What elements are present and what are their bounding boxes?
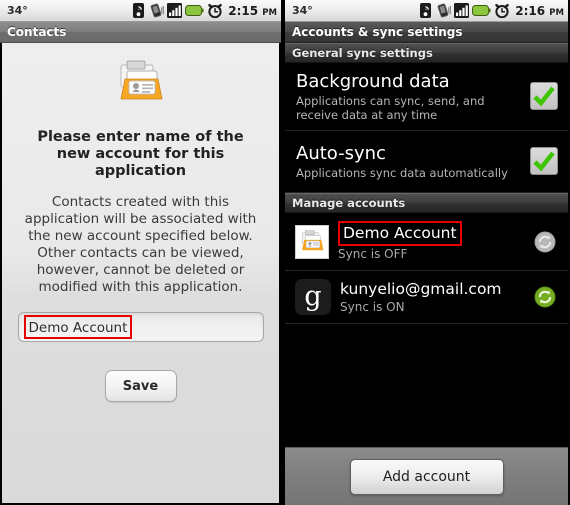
clock: 2:15 PM <box>228 3 277 18</box>
setting-row-background-data[interactable]: Background data Applications can sync, s… <box>285 63 568 131</box>
general-sync-section-header: General sync settings <box>285 43 568 63</box>
alarm-clock-icon <box>208 4 223 18</box>
bottom-action-bar: Add account <box>285 447 568 505</box>
vibrate-icon <box>437 3 452 18</box>
clock: 2:16 PM <box>515 3 564 18</box>
input-highlight-annotation: Demo Account <box>23 315 133 339</box>
setting-text: Background data Applications can sync, s… <box>296 70 522 122</box>
dual-screenshot-container: 34° 2:15 PM Contacts Please enter name o… <box>0 0 570 505</box>
status-bar: 34° <box>285 0 568 22</box>
battery-icon <box>185 5 204 16</box>
temperature-indicator: 34° <box>292 4 313 17</box>
account-highlight-annotation: Demo Account <box>338 221 462 246</box>
background-data-checkbox[interactable] <box>530 82 558 110</box>
vibrate-icon <box>150 3 165 18</box>
checkmark-icon <box>533 151 555 171</box>
general-sync-section-label: General sync settings <box>292 46 433 60</box>
cellular-signal-icon <box>167 3 183 18</box>
contacts-title-bar: Contacts <box>0 22 281 43</box>
account-row-demo[interactable]: Demo Account Sync is OFF <box>285 213 568 271</box>
contacts-account-setup-panel: Please enter name of the new account for… <box>0 43 281 505</box>
setting-subtitle: Applications sync data automatically <box>296 166 508 180</box>
status-bar: 34° <box>0 0 281 22</box>
setup-prompt: Please enter name of the new account for… <box>37 129 244 179</box>
account-row-google[interactable]: g kunyelio@gmail.com Sync is ON <box>285 271 568 324</box>
settings-content: Accounts & sync settings General sync se… <box>285 22 568 505</box>
account-name-input[interactable]: Demo Account <box>17 312 264 342</box>
save-button-label: Save <box>122 378 159 394</box>
checkmark-icon <box>533 86 555 106</box>
account-text: kunyelio@gmail.com Sync is ON <box>340 279 534 315</box>
manage-accounts-section-label: Manage accounts <box>292 196 406 210</box>
wifi-signal-icon <box>420 3 432 18</box>
sync-off-icon[interactable] <box>534 231 556 253</box>
add-account-button[interactable]: Add account <box>349 458 504 495</box>
account-name: Demo Account <box>343 224 457 242</box>
general-sync-settings-list: Background data Applications can sync, s… <box>285 63 568 193</box>
account-sync-status: Sync is ON <box>340 300 405 314</box>
setting-title: Background data <box>296 71 450 92</box>
save-button[interactable]: Save <box>104 370 177 402</box>
contacts-card-file-icon <box>115 59 167 111</box>
status-icons: 2:16 PM <box>419 3 564 18</box>
add-account-button-label: Add account <box>382 468 471 485</box>
accounts-list: Demo Account Sync is OFF g kunyelio@gmai… <box>285 213 568 447</box>
page-title: Accounts & sync settings <box>292 25 463 39</box>
wifi-signal-icon <box>133 3 145 18</box>
setting-subtitle: Applications can sync, send, and receive… <box>296 94 485 122</box>
setting-text: Auto-sync Applications sync data automat… <box>296 142 522 180</box>
settings-title-bar: Accounts & sync settings <box>285 22 568 43</box>
accounts-sync-settings-screen: 34° 2:16 PM Accounts & sync settings Gen… <box>285 0 568 505</box>
account-name: kunyelio@gmail.com <box>340 280 502 298</box>
contacts-card-file-icon <box>295 224 329 259</box>
google-g-icon: g <box>295 279 331 315</box>
sync-on-icon[interactable] <box>534 286 556 308</box>
account-name-value: Demo Account <box>28 320 128 336</box>
account-sync-status: Sync is OFF <box>338 247 408 261</box>
setup-description: Contacts created with this application w… <box>24 194 257 295</box>
battery-icon <box>472 5 491 16</box>
cellular-signal-icon <box>454 3 470 18</box>
setting-row-auto-sync[interactable]: Auto-sync Applications sync data automat… <box>285 131 568 193</box>
auto-sync-checkbox[interactable] <box>530 147 558 175</box>
manage-accounts-section-header: Manage accounts <box>285 193 568 213</box>
page-title: Contacts <box>7 25 67 39</box>
setting-title: Auto-sync <box>296 143 386 164</box>
contacts-app-screen: 34° 2:15 PM Contacts Please enter name o… <box>0 0 283 505</box>
account-text: Demo Account Sync is OFF <box>338 221 534 262</box>
temperature-indicator: 34° <box>7 4 28 17</box>
alarm-clock-icon <box>495 4 510 18</box>
status-icons: 2:15 PM <box>132 3 277 18</box>
